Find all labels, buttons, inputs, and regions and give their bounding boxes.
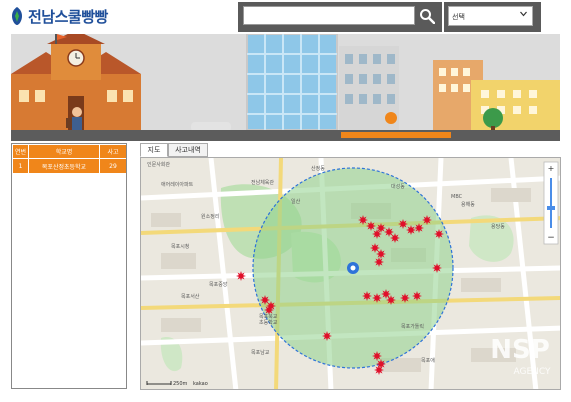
header-banner [11, 34, 560, 141]
location-pin-illustration [385, 112, 397, 124]
zoom-in-button[interactable]: + [548, 164, 555, 173]
accident-marker[interactable] [386, 295, 396, 305]
search-button[interactable] [416, 6, 438, 26]
zoom-out-button[interactable]: − [547, 233, 555, 243]
logo-text: 전남스쿨빵빵 [28, 7, 108, 26]
accident-marker[interactable] [381, 289, 391, 299]
road-illustration [11, 130, 560, 141]
accident-marker[interactable] [372, 351, 382, 361]
map-place-label: 목포서산 [181, 293, 200, 300]
search-icon [420, 9, 435, 24]
accident-marker[interactable] [358, 215, 368, 225]
filter-select[interactable]: 선택 [448, 6, 533, 26]
accident-marker[interactable] [398, 219, 408, 229]
zoom-slider-handle[interactable] [547, 206, 555, 210]
map-place-label: 원소정리 [201, 213, 219, 220]
map-tabs: 지도 사고내역 [140, 143, 208, 157]
accident-marker[interactable] [400, 293, 410, 303]
accident-marker[interactable] [366, 221, 376, 231]
logo-mark-icon [12, 7, 22, 25]
search-bar [238, 2, 442, 32]
map-place-label: 산정동 [311, 165, 325, 172]
school-location-marker[interactable] [347, 262, 359, 274]
tree-illustration [483, 108, 503, 128]
map-place-label: 용해동 [461, 201, 475, 208]
accident-marker[interactable] [372, 229, 382, 239]
table-header: 연번 학교명 사고 [13, 145, 126, 158]
row-number: 1 [13, 159, 29, 173]
accident-marker[interactable] [406, 225, 416, 235]
accident-marker[interactable] [374, 365, 384, 375]
row-accident-count: 29 [100, 159, 126, 173]
site-logo[interactable]: 전남스쿨빵빵 [10, 5, 130, 27]
accident-marker[interactable] [362, 291, 372, 301]
accident-marker[interactable] [434, 229, 444, 239]
accident-marker[interactable] [390, 233, 400, 243]
watermark-subtext: AGENCY [513, 367, 551, 377]
city-illustration [11, 34, 560, 141]
accident-marker[interactable] [432, 263, 442, 273]
watermark-logo: NSP [490, 335, 550, 365]
school-list-panel: 연번 학교명 사고 1 목포산정초등학교 29 [11, 143, 127, 389]
office-tower-illustration [246, 34, 338, 131]
filter-select-value: 선택 [452, 13, 465, 21]
accident-marker[interactable] [376, 249, 386, 259]
agency-watermark: NSP AGENCY [472, 330, 570, 380]
accident-marker[interactable] [422, 215, 432, 225]
table-row[interactable]: 1 목포산정초등학교 29 [13, 159, 126, 173]
accident-marker[interactable] [372, 293, 382, 303]
accident-marker[interactable] [412, 291, 422, 301]
map-place-label: 목포애 [421, 357, 435, 364]
map-place-label: MBC [451, 194, 463, 200]
column-header-school: 학교명 [29, 145, 100, 158]
row-school-name[interactable]: 목포산정초등학교 [29, 159, 100, 173]
map-place-label: 대성동 [391, 183, 405, 190]
accident-marker[interactable] [322, 331, 332, 341]
map-place-label: 초등학교 [259, 319, 278, 326]
map-place-label: 애어레이아파트 [161, 181, 194, 188]
map-scale-label: 250m [173, 381, 188, 387]
map-place-label: 목포남교 [251, 349, 270, 356]
column-header-number: 연번 [13, 145, 29, 158]
search-input[interactable] [243, 6, 415, 25]
map-place-label: 목포가톨릭 [401, 323, 424, 330]
accident-marker[interactable] [414, 223, 424, 233]
filter-select-wrap: 선택 [444, 2, 541, 32]
column-header-accidents: 사고 [100, 145, 126, 158]
accident-marker[interactable] [374, 257, 384, 267]
tab-accident-history[interactable]: 사고내역 [168, 143, 208, 157]
map-place-label: 용당동 [491, 223, 505, 230]
accident-marker[interactable] [236, 271, 246, 281]
map-place-label: 전남체육관 [251, 179, 274, 186]
map-place-label: 목포시청 [171, 244, 189, 250]
tab-map[interactable]: 지도 [140, 143, 168, 157]
zoom-control: + − [543, 161, 559, 245]
map-place-label: 목포중앙 [209, 281, 228, 288]
map-place-label: 인문사회관 [147, 161, 170, 168]
chevron-down-icon [520, 11, 527, 17]
map-attribution: kakao [193, 381, 208, 387]
map-place-label: 일산 [291, 198, 301, 205]
